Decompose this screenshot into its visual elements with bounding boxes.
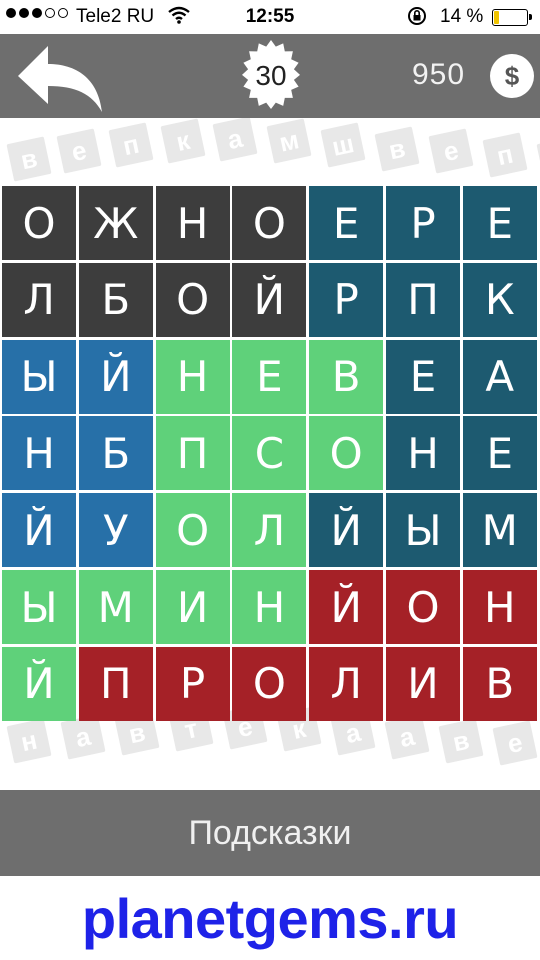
letter-tile[interactable]: Ы [386, 493, 460, 568]
letter-tile[interactable]: Ы [2, 339, 76, 414]
hints-button[interactable]: Подсказки [0, 790, 540, 876]
letter-tile[interactable]: Й [309, 493, 384, 568]
coin-count: 950 [412, 58, 466, 91]
letter-tile[interactable]: П [78, 646, 153, 721]
letter-tile[interactable]: Л [309, 646, 384, 721]
back-button[interactable] [14, 42, 106, 114]
letter-tile[interactable]: С [232, 416, 307, 491]
background-letter-tile: п [108, 122, 154, 168]
back-arrow-icon [18, 46, 102, 112]
background-letter-tile: е [428, 128, 474, 174]
battery-percent: 14 % [440, 6, 484, 27]
background-letter-tile: е [56, 128, 102, 174]
letter-tile[interactable]: Н [232, 570, 307, 644]
letter-tile[interactable]: Б [78, 416, 153, 491]
letter-tile[interactable]: Р [386, 186, 460, 260]
letter-tile[interactable]: М [462, 493, 537, 568]
letter-tile[interactable]: Ж [78, 186, 153, 260]
background-letter-tile: п [482, 132, 528, 178]
letter-tile[interactable]: Н [386, 416, 460, 491]
game-header: 30 950 $ [0, 34, 540, 118]
letter-tile[interactable]: В [462, 646, 537, 721]
letter-tile[interactable]: Н [155, 186, 230, 260]
background-letter-tile: а [212, 118, 258, 162]
letter-tile[interactable]: Н [2, 416, 76, 491]
coin-shop-button[interactable]: $ [490, 54, 534, 98]
rotation-lock-icon [406, 5, 428, 33]
letter-tile[interactable]: Ы [2, 570, 76, 644]
letter-tile[interactable]: Л [2, 262, 76, 337]
letter-tile[interactable]: Е [462, 416, 537, 491]
letter-tile[interactable]: Н [155, 339, 230, 414]
letter-tile[interactable]: О [232, 646, 307, 721]
letter-tile[interactable]: Е [309, 186, 384, 260]
letter-tile[interactable]: Р [155, 646, 230, 721]
letter-tile[interactable]: Й [78, 339, 153, 414]
letter-tile[interactable]: Й [309, 570, 384, 644]
background-letter-tile: в [6, 136, 52, 182]
letter-tile[interactable]: П [155, 416, 230, 491]
letter-tile[interactable]: П [386, 262, 460, 337]
letter-tile[interactable]: К [462, 262, 537, 337]
hints-label: Подсказки [188, 813, 352, 852]
letter-tile[interactable]: Е [386, 339, 460, 414]
background-letter-tile: е [492, 720, 538, 766]
letter-tile[interactable]: Й [232, 262, 307, 337]
letter-tile[interactable]: О [2, 186, 76, 260]
letter-tile[interactable]: О [155, 262, 230, 337]
background-letter-tile: к [160, 118, 206, 164]
letter-tile[interactable]: М [78, 570, 153, 644]
background-letter-tile: м [266, 118, 312, 164]
letter-tile[interactable]: А [462, 339, 537, 414]
letter-tile[interactable]: Р [309, 262, 384, 337]
letter-tile[interactable]: О [232, 186, 307, 260]
letter-tile[interactable]: И [155, 570, 230, 644]
letter-tile[interactable]: У [78, 493, 153, 568]
letter-tile[interactable]: Й [2, 646, 76, 721]
letter-tile[interactable]: Е [462, 186, 537, 260]
battery-icon [492, 9, 532, 26]
background-letter-tile: в [438, 718, 484, 764]
footer: planetgems.ru [0, 876, 540, 960]
letter-grid: ОЖНОЕРЕЛБОЙРПКЫЙНЕВЕАНБПСОНЕЙУОЛЙЫМЫМИНЙ… [2, 186, 540, 722]
letter-tile[interactable]: О [386, 570, 460, 644]
background-letter-tile: ш [320, 122, 366, 168]
letter-tile[interactable]: Й [2, 493, 76, 568]
letter-tile[interactable]: Л [232, 493, 307, 568]
background-letter-tile: н [6, 718, 52, 764]
level-badge: 30 [233, 38, 309, 114]
status-bar: Tele2 RU 12:55 14 % [0, 0, 540, 34]
letter-tile[interactable]: И [386, 646, 460, 721]
letter-tile[interactable]: Н [462, 570, 537, 644]
letter-tile[interactable]: Е [232, 339, 307, 414]
background-letter-tile: в [374, 126, 420, 172]
letter-tile[interactable]: О [309, 416, 384, 491]
background-letter-tile: т [536, 136, 540, 182]
site-watermark: planetgems.ru [81, 886, 459, 950]
letter-tile[interactable]: В [309, 339, 384, 414]
dollar-icon: $ [504, 60, 520, 91]
letter-tile[interactable]: О [155, 493, 230, 568]
letter-tile[interactable]: Б [78, 262, 153, 337]
level-number: 30 [255, 60, 287, 91]
